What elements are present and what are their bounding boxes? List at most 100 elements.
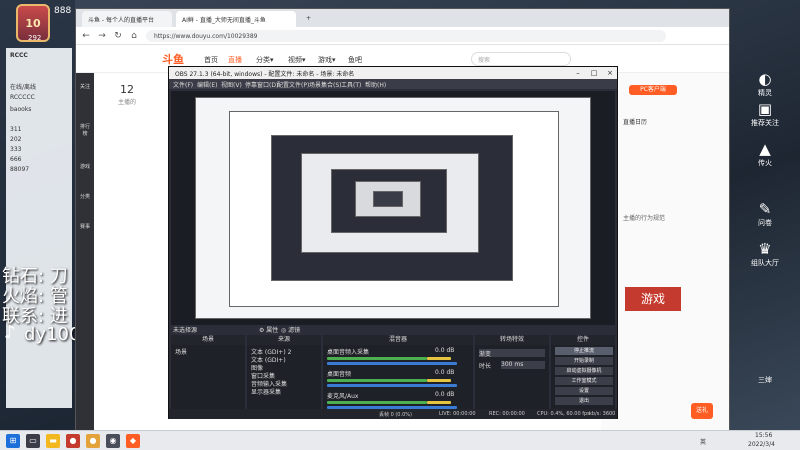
- back-icon[interactable]: ←: [80, 30, 92, 42]
- nav-video[interactable]: 视频▾: [288, 55, 306, 65]
- obs-status-bar: 丢帧 0 (0.0%) LIVE: 00:00:00 REC: 00:00:00…: [169, 409, 617, 419]
- panel-header: RCCC: [10, 52, 28, 59]
- menu-edit[interactable]: 编辑(E): [197, 80, 217, 89]
- stop-streaming-button[interactable]: 停止推流: [555, 347, 613, 355]
- send-gift-button[interactable]: 送礼: [691, 403, 713, 419]
- menu-docks[interactable]: 停靠窗口(D): [245, 80, 278, 89]
- list-item[interactable]: RCCCCC: [10, 94, 70, 104]
- menu-profile[interactable]: 配置文件(P): [277, 80, 309, 89]
- app-icon-orange[interactable]: ●: [86, 434, 100, 448]
- home-icon[interactable]: ⌂: [128, 30, 140, 42]
- studio-mode-button[interactable]: 工作室模式: [555, 377, 613, 385]
- douyu-logo[interactable]: 斗鱼: [162, 51, 190, 67]
- tab-douyu-home[interactable]: 斗鱼 - 每个人的直播平台: [82, 11, 172, 27]
- clock-date[interactable]: 2022/3/4: [748, 441, 775, 448]
- room-count: 12: [120, 83, 134, 96]
- tab-douyu-room[interactable]: AI鲜 - 直播_大师无间直播_斗鱼: [176, 11, 296, 27]
- list-item[interactable]: 文本 (GDI+) 2: [251, 347, 321, 356]
- start-recording-button[interactable]: 开始录制: [555, 357, 613, 365]
- volume-meter-peak: [427, 357, 451, 360]
- browser-taskbar-icon[interactable]: ◆: [126, 434, 140, 448]
- mixer-dock-title: 混音器: [323, 335, 473, 345]
- volume-slider[interactable]: [327, 362, 457, 365]
- list-item[interactable]: 333: [10, 146, 70, 156]
- live-calendar-link[interactable]: 直播日历: [623, 117, 647, 126]
- properties-button[interactable]: ⚙ 属性: [259, 325, 278, 334]
- list-item[interactable]: 显示器采集: [251, 387, 321, 396]
- list-item[interactable]: 音频输入采集: [251, 379, 321, 388]
- mixer-track-name: 麦克风/Aux: [327, 393, 359, 400]
- nav-fishbar[interactable]: 鱼吧: [348, 55, 362, 65]
- nav-category[interactable]: 分类▾: [256, 55, 274, 65]
- controls-panel: 停止推流 开始录制 启动虚拟摄像机 工作室模式 设置 退出: [551, 345, 615, 413]
- sidebar-item-event[interactable]: 赛事: [78, 223, 92, 230]
- maximize-icon[interactable]: □: [587, 67, 601, 79]
- transitions-dock-title: 转场特效: [475, 335, 549, 345]
- viewer-count: 888: [54, 6, 72, 16]
- list-item[interactable]: 202: [10, 136, 70, 146]
- nav-live[interactable]: 直播: [228, 55, 242, 65]
- minimize-icon[interactable]: –: [571, 67, 585, 79]
- app-icon-red[interactable]: ●: [66, 434, 80, 448]
- task-view-icon[interactable]: ▭: [26, 434, 40, 448]
- list-item[interactable]: 在线/离线: [10, 82, 70, 92]
- right-item-recommend[interactable]: ▣ 推荐关注: [738, 100, 792, 128]
- ime-indicator[interactable]: 英: [700, 437, 706, 446]
- windows-start-icon[interactable]: ⊞: [6, 434, 20, 448]
- rec-timer: REC: 00:00:00: [489, 411, 525, 417]
- right-item-elf[interactable]: ◐ 精灵: [738, 70, 792, 98]
- clock-time[interactable]: 15:56: [755, 432, 772, 439]
- new-tab-button[interactable]: +: [300, 11, 316, 27]
- scenes-dock-title: 场景: [171, 335, 245, 345]
- menu-tools[interactable]: 工具(T): [341, 80, 361, 89]
- list-item[interactable]: 666: [10, 156, 70, 166]
- promo-banner[interactable]: 游戏: [625, 287, 681, 311]
- search-input[interactable]: 搜索: [471, 52, 571, 66]
- refresh-icon[interactable]: ↻: [112, 30, 124, 42]
- start-virtual-camera-button[interactable]: 启动虚拟摄像机: [555, 367, 613, 375]
- nested-capture-7: [373, 191, 403, 207]
- duration-input[interactable]: 300 ms: [501, 361, 545, 369]
- list-item[interactable]: 88097: [10, 166, 70, 176]
- volume-slider[interactable]: [327, 384, 457, 387]
- obs-taskbar-icon[interactable]: ◉: [106, 434, 120, 448]
- menu-scene-collection[interactable]: 场景集合(S): [309, 80, 342, 89]
- menu-view[interactable]: 视图(V): [221, 80, 242, 89]
- rank-badge-sub: 292: [28, 34, 42, 42]
- right-item-survey[interactable]: ✎ 问卷: [738, 200, 792, 228]
- settings-button[interactable]: 设置: [555, 387, 613, 395]
- filters-button[interactable]: ◎ 滤镜: [281, 325, 300, 334]
- forward-icon[interactable]: →: [96, 30, 108, 42]
- elf-icon: ◐: [758, 70, 772, 88]
- nav-game[interactable]: 游戏▾: [318, 55, 336, 65]
- sidebar-item-follow[interactable]: 关注: [78, 83, 92, 90]
- list-item[interactable]: baooks: [10, 106, 70, 116]
- camera-icon: ▣: [757, 100, 773, 118]
- stream-overlay-right: ◐ 精灵 ▣ 推荐关注 ▲ 传火 ✎ 问卷 ♛ 组队大厅 三婶: [730, 40, 800, 430]
- right-item-team[interactable]: ♛ 组队大厅: [738, 240, 792, 268]
- menu-help[interactable]: 帮助(H): [365, 80, 386, 89]
- controls-dock-title: 控件: [551, 335, 615, 345]
- list-item[interactable]: 图像: [251, 363, 321, 372]
- menu-file[interactable]: 文件(F): [173, 80, 193, 89]
- close-icon[interactable]: ×: [603, 67, 617, 79]
- transition-select[interactable]: 渐变: [479, 349, 545, 358]
- obs-preview-canvas[interactable]: [171, 91, 615, 325]
- list-item[interactable]: 文本 (GDI+): [251, 355, 321, 364]
- sidebar-item-category[interactable]: 分类: [78, 193, 92, 200]
- right-item-fire[interactable]: ▲ 传火: [738, 140, 792, 168]
- exit-button[interactable]: 退出: [555, 397, 613, 405]
- transitions-panel: 渐变 时长 300 ms: [475, 345, 549, 413]
- list-item[interactable]: 场景: [175, 347, 245, 356]
- sidebar-item-game[interactable]: 游戏: [78, 163, 92, 170]
- sidebar-item-rank[interactable]: 排行榜: [78, 123, 92, 137]
- file-explorer-icon[interactable]: ▬: [46, 434, 60, 448]
- url-input[interactable]: https://www.douyu.com/10029389: [146, 30, 666, 42]
- pc-client-button[interactable]: PC客户端: [629, 85, 677, 95]
- site-sidebar: 关注 排行榜 游戏 分类 赛事: [76, 73, 94, 436]
- volume-meter: [327, 401, 427, 404]
- no-source-label: 未选择源: [173, 327, 198, 334]
- list-item[interactable]: 窗口采集: [251, 371, 321, 380]
- list-item[interactable]: 311: [10, 126, 70, 136]
- nav-home[interactable]: 首页: [204, 55, 218, 65]
